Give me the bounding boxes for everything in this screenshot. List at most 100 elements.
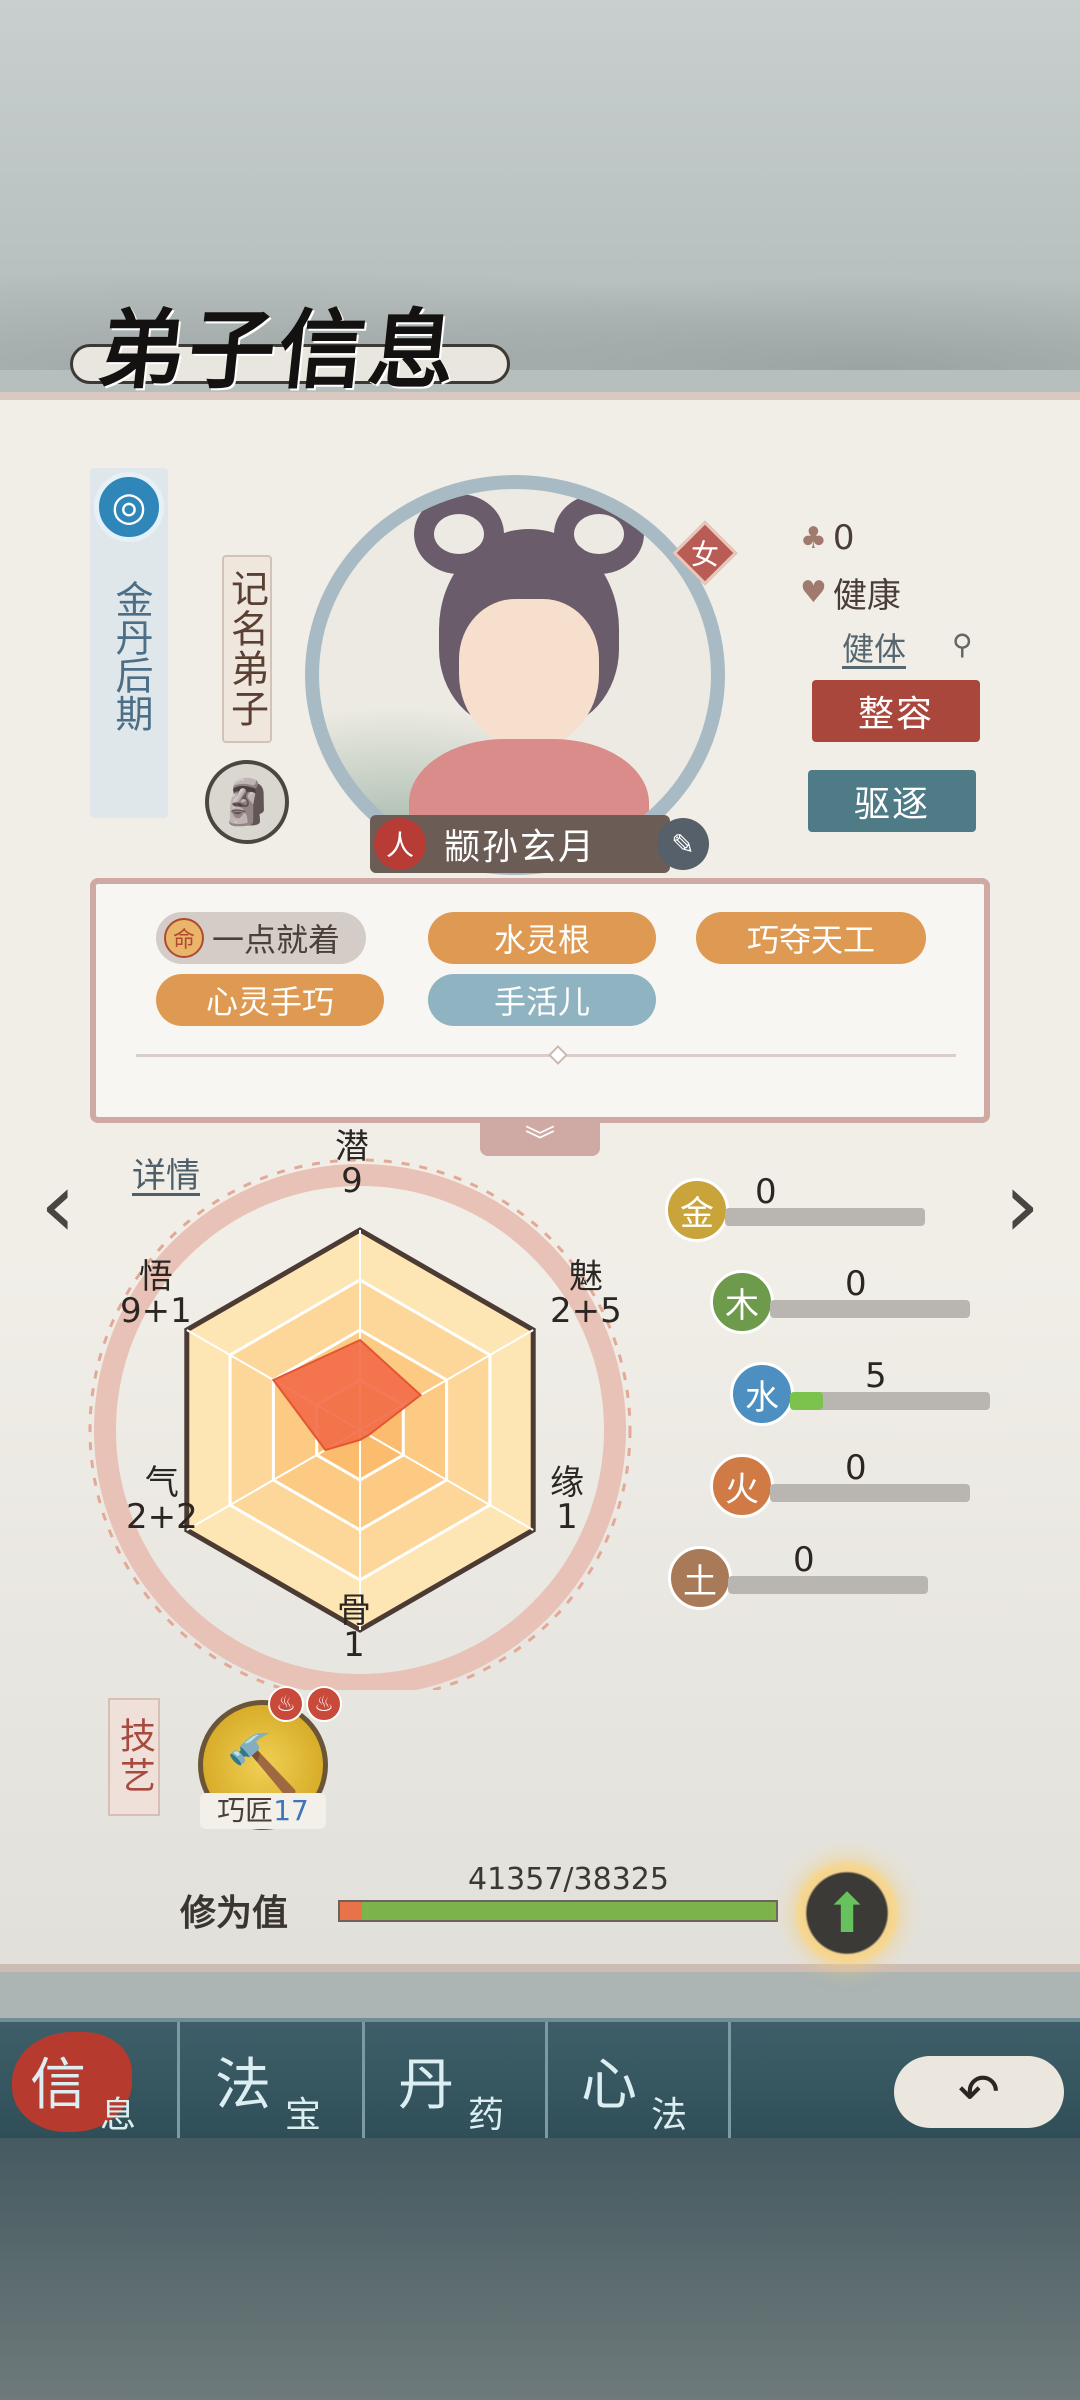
trait-label: 手活儿 [493, 983, 590, 1021]
trait-tag[interactable]: 手活儿 [428, 974, 656, 1026]
element-row-fire: 火 0 [710, 1448, 1030, 1524]
attr-value: 9+1 [120, 1291, 192, 1331]
attr-mei: 魅 2+5 [550, 1260, 622, 1328]
tab-treasure[interactable]: 法 宝 [185, 2022, 365, 2142]
realm-label: 金丹后期 [109, 580, 153, 732]
tab-main-char: 法 [215, 2053, 271, 2118]
attr-qi: 气 2+2 [126, 1466, 198, 1534]
trait-tag[interactable]: 水灵根 [428, 912, 656, 964]
tab-main-char: 信 [30, 2053, 86, 2118]
attr-gu: 骨 1 [337, 1594, 371, 1662]
rename-brush-icon[interactable]: ✎ [657, 818, 709, 870]
attr-value: 1 [343, 1625, 365, 1665]
attr-wu: 悟 9+1 [120, 1260, 192, 1328]
attr-name: 潜 [335, 1127, 369, 1167]
element-value: 0 [755, 1172, 777, 1212]
element-row-water: 水 5 [730, 1356, 1050, 1432]
attr-name: 魅 [568, 1257, 603, 1297]
luck-value: 0 [832, 518, 855, 558]
bottom-mountain-scene [0, 2138, 1080, 2400]
flame-icon: ♨ [306, 1686, 342, 1722]
cultivation-label: 修为值 [180, 1892, 289, 1934]
cultivation-value: 41357/38325 [468, 1862, 669, 1897]
traits-scroll-thumb[interactable] [548, 1045, 568, 1065]
tab-sub-char: 药 [468, 2095, 505, 2136]
skill-level: 17 [273, 1794, 309, 1827]
breakthrough-arrow-icon[interactable]: ⬆ [796, 1862, 898, 1964]
fire-element-icon: 火 [710, 1454, 774, 1518]
makeover-button[interactable]: 整容 [812, 680, 980, 742]
element-bar-track [770, 1484, 970, 1502]
portrait-face [459, 599, 599, 749]
disciple-name: 颛孙玄月 [443, 827, 596, 868]
fate-icon: 命 [164, 918, 204, 958]
gender-label: 女 [690, 538, 719, 571]
page-title: 弟子信息 [93, 300, 465, 401]
physique-link[interactable]: 健体 [842, 624, 906, 670]
back-arrow-icon[interactable]: ↶ [894, 2056, 1064, 2128]
wood-element-icon: 木 [710, 1270, 774, 1334]
prev-disciple-arrow-icon[interactable]: ‹ [28, 1153, 88, 1258]
attr-name: 悟 [138, 1257, 173, 1297]
element-value: 5 [865, 1356, 887, 1396]
disciple-rank-title: 记名弟子 [222, 555, 272, 743]
element-value: 0 [845, 1264, 867, 1304]
tab-main-char: 丹 [398, 2053, 454, 2118]
attr-value: 1 [556, 1497, 578, 1537]
earth-element-icon: 土 [668, 1546, 732, 1610]
metal-element-icon: 金 [665, 1178, 729, 1242]
expel-button[interactable]: 驱逐 [808, 770, 976, 832]
skill-name: 巧匠 [217, 1794, 274, 1827]
tab-main-char: 心 [581, 2053, 637, 2118]
health-stat: ♥ 健康 [800, 568, 901, 617]
trait-tag[interactable]: 心灵手巧 [156, 974, 384, 1026]
element-bar-track [728, 1576, 928, 1594]
trait-label: 巧夺天工 [746, 921, 875, 959]
health-value: 健康 [832, 576, 901, 616]
skills-section-label: 技艺 [108, 1698, 160, 1816]
tab-sub-char: 法 [651, 2095, 688, 2136]
attr-name: 气 [144, 1463, 179, 1503]
skill-label: 巧匠17 [200, 1793, 326, 1829]
tab-mind-method[interactable]: 心 法 [551, 2022, 731, 2142]
tab-sub-char: 息 [100, 2095, 137, 2136]
cultivation-bar [338, 1900, 778, 1922]
tab-info[interactable]: 信 息 [0, 2022, 180, 2142]
attr-name: 缘 [550, 1463, 584, 1503]
attr-yuan: 缘 1 [550, 1466, 584, 1534]
trait-label: 水灵根 [493, 921, 590, 959]
flame-icon: ♨ [268, 1686, 304, 1722]
tab-sub-char: 宝 [285, 2095, 322, 2136]
element-value: 0 [793, 1540, 815, 1580]
element-bar-track [770, 1300, 970, 1318]
element-row-wood: 木 0 [710, 1264, 1030, 1340]
title-banner: 弟子信息 [60, 280, 510, 410]
next-disciple-arrow-icon[interactable]: › [992, 1153, 1052, 1258]
trait-tag[interactable]: 命 一点就着 [156, 912, 367, 964]
element-value: 0 [845, 1448, 867, 1488]
element-row-metal: 金 0 [665, 1172, 985, 1248]
tab-pills[interactable]: 丹 药 [368, 2022, 548, 2142]
trait-label: 一点就着 [212, 921, 341, 959]
mushroom-icon: ♣ [800, 520, 827, 556]
spirit-beast-icon[interactable]: 🗿 [205, 760, 289, 844]
element-bar-fill [790, 1392, 823, 1410]
luck-stat: ♣ 0 [800, 518, 855, 558]
water-element-icon: 水 [730, 1362, 794, 1426]
attr-value: 2+2 [126, 1497, 198, 1537]
trait-label: 心灵手巧 [205, 983, 334, 1021]
attr-value: 2+5 [550, 1291, 622, 1331]
sect-emblem-icon[interactable]: ◎ [94, 472, 164, 542]
cultivation-bar-fill [340, 1902, 776, 1920]
attr-value: 9 [341, 1161, 363, 1201]
traits-scrollbar[interactable] [136, 1054, 956, 1057]
attr-name: 骨 [337, 1591, 371, 1631]
attribute-radar: 潜 9 魅 2+5 缘 1 骨 1 气 2+2 悟 9+1 [80, 1130, 640, 1702]
traits-panel[interactable]: 命 一点就着 水灵根 巧夺天工 心灵手巧 手活儿 [90, 878, 990, 1123]
attr-qian: 潜 9 [335, 1130, 369, 1198]
element-row-earth: 土 0 [668, 1540, 988, 1616]
race-badge: 人 [374, 818, 426, 870]
trait-tag[interactable]: 巧夺天工 [696, 912, 926, 964]
location-pin-icon[interactable]: ⚲ [952, 628, 973, 661]
heart-plus-icon: ♥ [800, 575, 827, 610]
